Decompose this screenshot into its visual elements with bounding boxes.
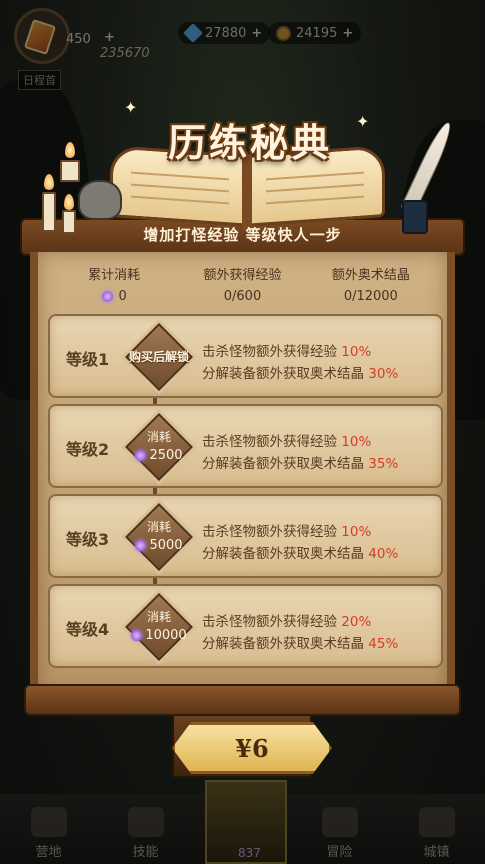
bottom-wood-rail — [24, 684, 461, 716]
exp-bonus-value: 10% — [341, 524, 372, 540]
exp-bonus-label: 击杀怪物额外获得经验 — [202, 524, 342, 540]
level-name: 等级3 — [66, 530, 110, 549]
stat-value-row: 0 — [50, 289, 178, 304]
cost-label: 消耗 — [146, 520, 171, 534]
stat-label: 累计消耗 — [88, 268, 141, 283]
exp-bonus-value: 20% — [341, 614, 372, 630]
stat-value: 0 — [118, 289, 127, 304]
unlock-after-purchase-label: 购买后解锁 — [128, 350, 189, 364]
crystal-bonus-text: 分解装备额外获取奥术结晶 45% — [202, 632, 398, 652]
sparkle-icon: ✦ — [124, 98, 138, 117]
level-card-4: 等级4 消耗 10000 击杀怪物额外获得经验 20% 分解装备额外获取奥术结晶… — [48, 584, 443, 668]
page-line — [131, 195, 229, 205]
cost-amount-row: 5000 — [124, 538, 194, 553]
crystal-bonus-text: 分解装备额外获取奥术结晶 40% — [202, 542, 398, 562]
cost-label: 消耗 — [146, 610, 171, 624]
page-line — [266, 195, 364, 205]
page-line — [266, 183, 364, 193]
crystal-icon — [131, 630, 143, 641]
modal-subtitle: 增加打怪经验 等级快人一步 — [20, 224, 465, 245]
subtitle-text: 增加打怪经验 等级快人一步 — [143, 226, 342, 244]
purchase-button[interactable]: ¥6 — [172, 722, 332, 774]
diamond-frame — [125, 413, 193, 481]
level-cost-badge: 消耗 10000 — [124, 592, 194, 662]
exp-bonus-text: 击杀怪物额外获得经验 20% — [202, 610, 371, 630]
cost-amount: 10000 — [145, 628, 187, 643]
exp-bonus-label: 击杀怪物额外获得经验 — [202, 344, 342, 360]
crystal-bonus-value: 40% — [368, 546, 399, 562]
candle-flame-icon — [65, 142, 75, 158]
crystal-icon — [135, 540, 147, 551]
cost-amount: 5000 — [149, 538, 183, 553]
stat-value: 0/12000 — [343, 289, 398, 304]
crystal-bonus-value: 45% — [368, 636, 399, 652]
candle-flame-icon — [44, 174, 54, 190]
cost-amount: 2500 — [149, 448, 183, 463]
stats-header: 累计消耗 0 额外获得经验 0/600 额外奥术结晶 0/12000 — [50, 264, 435, 308]
crystal-bonus-value: 30% — [368, 366, 399, 382]
exp-bonus-text: 击杀怪物额外获得经验 10% — [202, 430, 371, 450]
stat-label: 额外奥术结晶 — [331, 268, 410, 283]
exp-bonus-text: 击杀怪物额外获得经验 10% — [202, 520, 371, 540]
page-line — [131, 183, 229, 193]
stat-extra-exp: 额外获得经验 0/600 — [178, 264, 306, 308]
level-card-2: 等级2 消耗 2500 击杀怪物额外获得经验 10% 分解装备额外获取奥术结晶 … — [48, 404, 443, 488]
stat-value: 0/600 — [223, 289, 262, 304]
exp-bonus-text: 击杀怪物额外获得经验 10% — [202, 340, 371, 360]
diamond-frame — [125, 593, 193, 661]
level-card-3: 等级3 消耗 5000 击杀怪物额外获得经验 10% 分解装备额外获取奥术结晶 … — [48, 494, 443, 578]
crystal-icon — [135, 450, 147, 461]
cost-amount-row: 2500 — [124, 448, 194, 463]
level-badge: 购买后解锁 — [124, 322, 194, 392]
sparkle-icon: ✦ — [356, 112, 370, 131]
cost-label: 消耗 — [146, 430, 171, 444]
diamond-frame — [125, 503, 193, 571]
purchase-price: ¥6 — [235, 733, 269, 763]
exp-bonus-label: 击杀怪物额外获得经验 — [202, 434, 342, 450]
crystal-bonus-text: 分解装备额外获取奥术结晶 35% — [202, 452, 398, 472]
level-name: 等级2 — [66, 440, 110, 459]
exp-bonus-value: 10% — [341, 434, 372, 450]
crystal-bonus-label: 分解装备额外获取奥术结晶 — [202, 546, 369, 562]
candle-holder — [60, 160, 80, 182]
level-name: 等级4 — [66, 620, 110, 639]
crystal-bonus-label: 分解装备额外获取奥术结晶 — [202, 636, 369, 652]
level-cost-badge: 消耗 2500 — [124, 412, 194, 482]
stat-label: 额外获得经验 — [203, 268, 282, 283]
level-cost-badge: 消耗 5000 — [124, 502, 194, 572]
skull-helmet-decoration — [78, 180, 122, 220]
stat-total-spent: 累计消耗 0 — [50, 264, 178, 308]
crystal-bonus-value: 35% — [368, 456, 399, 472]
exp-bonus-label: 击杀怪物额外获得经验 — [202, 614, 342, 630]
crystal-bonus-label: 分解装备额外获取奥术结晶 — [202, 456, 369, 472]
level-card-1: 等级1 购买后解锁 击杀怪物额外获得经验 10% 分解装备额外获取奥术结晶 30… — [48, 314, 443, 398]
crystal-icon — [101, 291, 113, 302]
modal-title: 历练秘典 — [167, 120, 332, 165]
cost-amount-row: 10000 — [124, 628, 194, 643]
stat-extra-crystal: 额外奥术结晶 0/12000 — [307, 264, 435, 308]
title-banner: 历练秘典 — [140, 100, 360, 176]
crystal-bonus-label: 分解装备额外获取奥术结晶 — [202, 366, 369, 382]
crystal-bonus-text: 分解装备额外获取奥术结晶 30% — [202, 362, 398, 382]
exp-bonus-value: 10% — [341, 344, 372, 360]
candle-flame-icon — [64, 194, 74, 210]
level-name: 等级1 — [66, 350, 110, 369]
